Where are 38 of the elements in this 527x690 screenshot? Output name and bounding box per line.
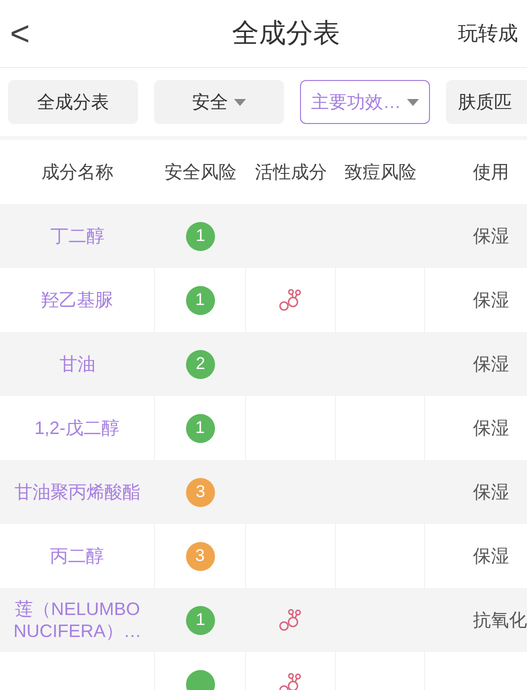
risk-badge: 1 — [186, 222, 215, 250]
ingredient-name[interactable]: 丁二醇 — [50, 225, 104, 247]
ingredient-name[interactable]: 羟乙基脲 — [41, 289, 113, 311]
molecule-icon — [279, 608, 303, 632]
ingredient-name[interactable]: 丙二醇 — [50, 545, 104, 567]
filter-chip[interactable]: 全成分表 — [8, 80, 138, 124]
ingredient-name[interactable]: 1,2-戊二醇 — [34, 417, 120, 439]
usage-text: 保湿 — [473, 352, 509, 376]
ingredient-name[interactable]: 甘油 — [60, 353, 96, 375]
usage-text: 保湿 — [473, 544, 509, 568]
usage-text: 保湿 — [473, 480, 509, 504]
risk-badge: 2 — [186, 350, 215, 378]
usage-text: 保湿 — [473, 288, 509, 312]
risk-badge: 1 — [186, 414, 214, 442]
risk-badge: 3 — [186, 542, 214, 570]
back-button[interactable]: < — [10, 16, 30, 50]
usage-text: 保湿 — [473, 224, 509, 248]
ingredient-name[interactable]: 莲（NELUMBO NUCIFERA）… — [8, 598, 147, 642]
caret-icon — [234, 98, 246, 106]
page-title: 全成分表 — [232, 17, 340, 50]
header-link[interactable]: 玩转成 — [458, 18, 518, 48]
molecule-icon — [278, 288, 302, 312]
filter-chip[interactable]: 肤质匹 — [446, 80, 527, 124]
usage-text: 保湿 — [473, 416, 509, 440]
risk-badge: 1 — [186, 606, 215, 634]
molecule-icon — [278, 672, 302, 690]
caret-icon — [407, 98, 419, 106]
filter-chip[interactable]: 主要功效… — [300, 80, 430, 124]
risk-badge: 1 — [186, 286, 214, 314]
ingredient-name[interactable]: 甘油聚丙烯酸酯 — [14, 481, 140, 503]
column-header: 活性成分 — [255, 160, 327, 184]
filter-chip[interactable]: 安全 — [154, 80, 284, 124]
column-header: 使用 — [473, 160, 509, 184]
column-header: 安全风险 — [164, 160, 236, 184]
column-header: 致痘风险 — [344, 160, 416, 184]
risk-badge: 3 — [186, 478, 215, 506]
column-header: 成分名称 — [42, 160, 114, 184]
usage-text: 抗氧化 — [473, 608, 527, 632]
